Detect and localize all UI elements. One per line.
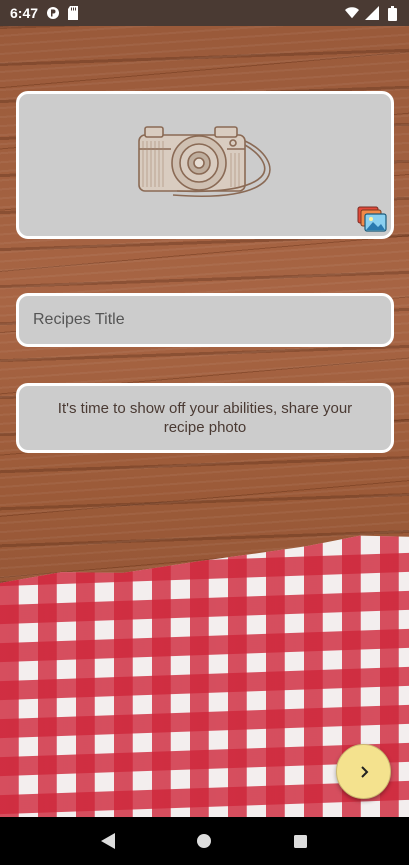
- back-icon[interactable]: [96, 829, 120, 853]
- battery-icon: [385, 5, 399, 21]
- home-icon[interactable]: [192, 829, 216, 853]
- signal-icon: [365, 6, 379, 20]
- p-circle-icon: [46, 6, 60, 20]
- sd-card-icon: [66, 6, 80, 20]
- description-card: It's time to show off your abilities, sh…: [16, 383, 394, 453]
- next-button[interactable]: [336, 744, 391, 799]
- status-time: 6:47: [10, 5, 39, 21]
- description-text: It's time to show off your abilities, sh…: [57, 400, 353, 436]
- chevron-right-icon: [360, 765, 368, 778]
- recipe-title-field[interactable]: [16, 293, 394, 347]
- status-bar: 6:47: [0, 0, 409, 26]
- wifi-icon: [345, 6, 359, 20]
- photo-picker-card[interactable]: [16, 91, 394, 239]
- navigation-bar: [0, 817, 409, 865]
- recents-icon[interactable]: [289, 829, 313, 853]
- gallery-icon[interactable]: [357, 206, 387, 232]
- camera-sketch-icon: [137, 126, 271, 198]
- recipe-title-input[interactable]: [33, 311, 391, 329]
